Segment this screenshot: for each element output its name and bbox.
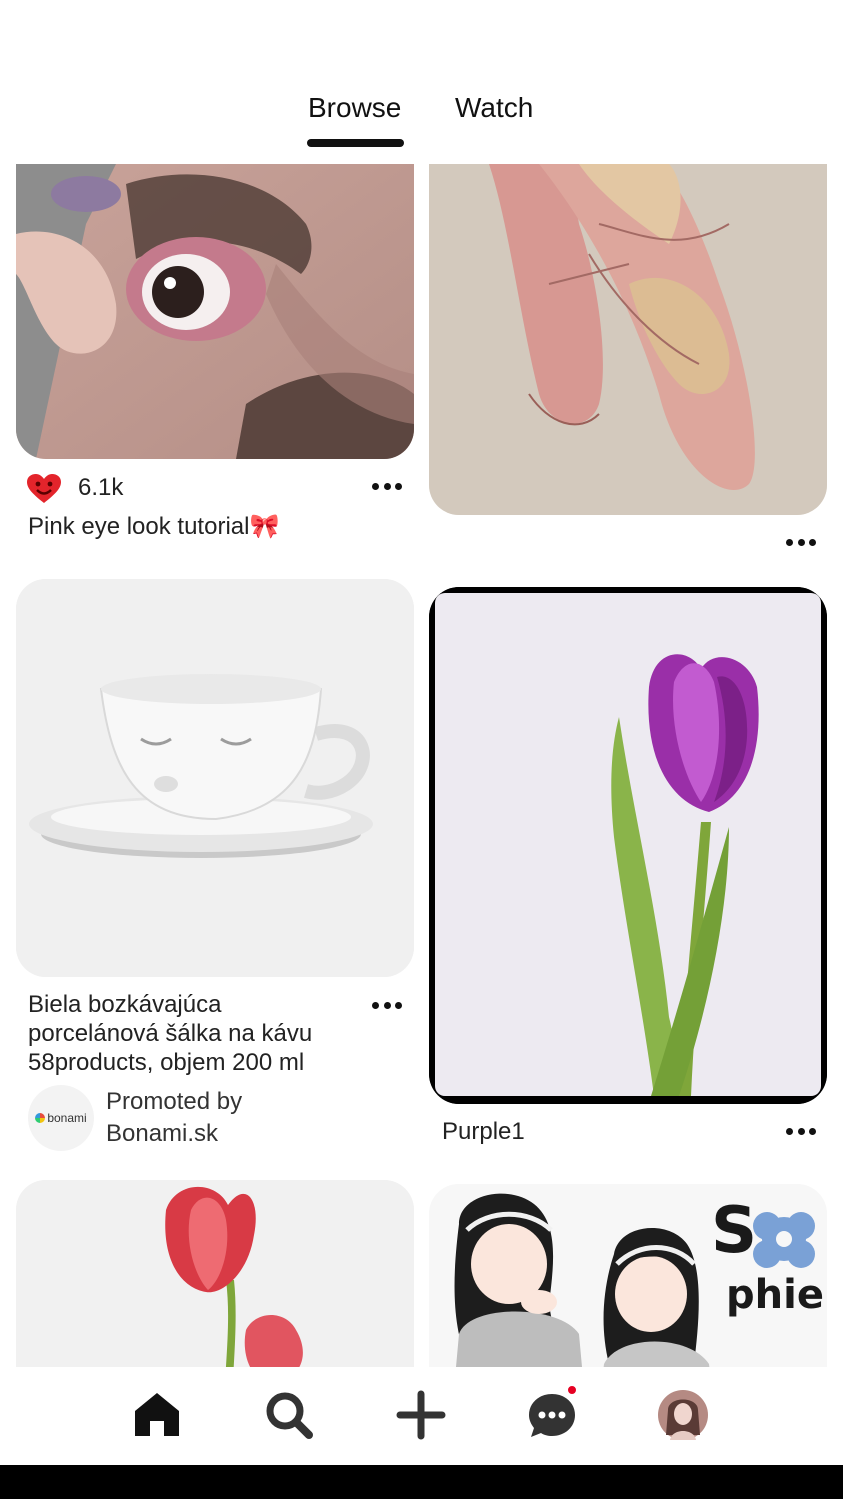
purple-tulip-photo — [429, 587, 827, 1104]
pin-image-ballet-shoes[interactable] — [429, 164, 827, 515]
like-count: 6.1k — [78, 474, 124, 501]
bonami-logo-icon — [35, 1113, 46, 1123]
nav-messages[interactable] — [522, 1384, 582, 1445]
pin-title-line-1[interactable]: Biela bozkávajúca — [28, 990, 221, 1019]
pin-image-sophie-illustration[interactable]: S phie — [429, 1184, 827, 1367]
pin-more-options-icon[interactable] — [372, 483, 402, 491]
system-navigation-bar — [0, 1465, 843, 1499]
search-icon — [266, 1392, 313, 1439]
tab-browse[interactable]: Browse — [308, 92, 401, 124]
pin-more-options-icon[interactable] — [372, 1002, 402, 1010]
pin-feed: 6.1k Pink eye look tutorial🎀 Biela bozká… — [0, 164, 843, 1367]
pin-image-red-tulips[interactable] — [16, 1180, 414, 1367]
eye-makeup-photo — [16, 164, 414, 459]
active-tab-indicator — [307, 139, 404, 147]
pin-image-porcelain-cup[interactable] — [16, 579, 414, 977]
pin-more-options-icon[interactable] — [786, 539, 816, 547]
pin-title[interactable]: Purple1 — [442, 1117, 525, 1146]
plus-icon — [396, 1390, 446, 1440]
pin-title-line-3[interactable]: 58products, objem 200 ml — [28, 1048, 304, 1077]
pin-title-line-2[interactable]: porcelánová šálka na kávu — [28, 1019, 312, 1048]
pin-image-eye-makeup[interactable] — [16, 164, 414, 459]
top-tabs: Browse Watch — [0, 0, 843, 164]
sophie-art-text-phie: phie — [726, 1272, 824, 1318]
advertiser-name[interactable]: Bonami.sk — [106, 1120, 218, 1148]
home-icon — [135, 1393, 179, 1436]
pin-title[interactable]: Pink eye look tutorial🎀 — [28, 512, 279, 541]
sophie-art-text-s: S — [711, 1194, 758, 1268]
nav-create[interactable] — [391, 1385, 451, 1445]
nav-profile[interactable] — [653, 1385, 713, 1445]
promoted-label: Promoted by — [106, 1088, 243, 1115]
tab-watch[interactable]: Watch — [455, 92, 533, 124]
red-tulips-illustration — [16, 1180, 414, 1367]
advertiser-avatar[interactable]: bonami — [28, 1085, 94, 1151]
pin-more-options-icon[interactable] — [786, 1128, 816, 1136]
bonami-logo-text: bonami — [47, 1111, 87, 1125]
ballet-shoes-painting — [429, 164, 827, 515]
nav-home[interactable] — [127, 1385, 187, 1445]
pin-image-purple-tulip[interactable] — [429, 587, 827, 1104]
heart-icon — [26, 473, 62, 505]
profile-avatar — [658, 1390, 708, 1440]
notification-dot — [566, 1384, 578, 1396]
porcelain-cup-photo — [16, 579, 414, 977]
chat-icon — [529, 1394, 575, 1437]
nav-search[interactable] — [259, 1385, 319, 1445]
bottom-navigation — [0, 1367, 843, 1465]
